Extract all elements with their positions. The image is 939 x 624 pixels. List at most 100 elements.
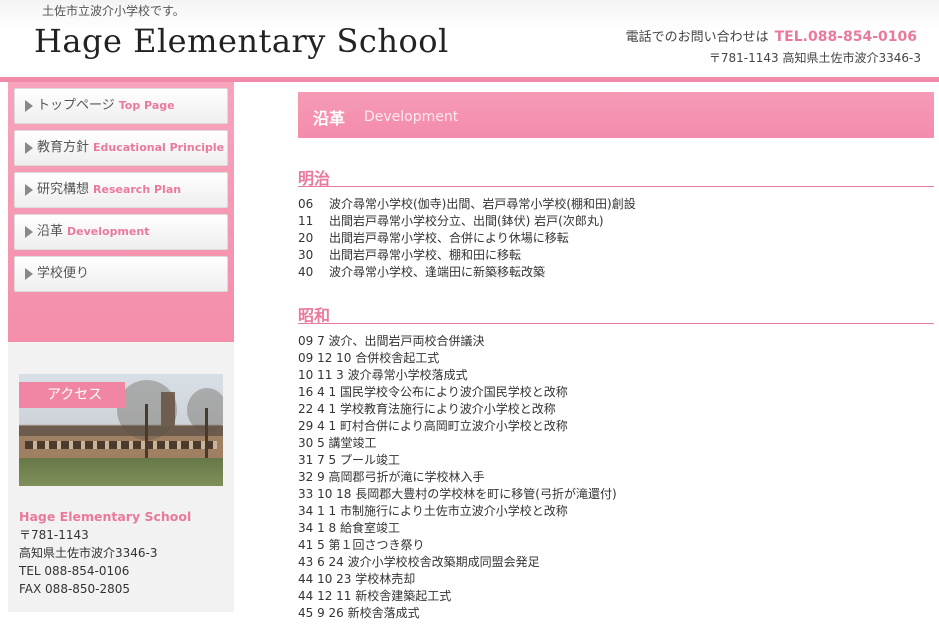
event-date: 29 4 1 [298,419,337,433]
event-date: 43 6 24 [298,555,344,569]
event-text: 波介尋常小学校落成式 [347,368,468,382]
sidebar-item-research-plan[interactable]: 研究構想 Research Plan [14,172,228,208]
nav-arrow-icon [25,268,33,280]
event-text: 出間岩戸尋常小学校分立、出間(鉢伏) 岩戸(次郎丸) [329,214,604,228]
header-address: 〒781-1143 高知県土佐市波介3346-3 [708,51,921,65]
sidebar-item-development[interactable]: 沿革 Development [14,214,228,250]
page-title: 沿革 [313,109,346,128]
nav-arrow-icon [25,142,33,154]
list-item: 40 波介尋常小学校、逢端田に新築移転改築 [298,264,636,281]
photo-windows [25,441,217,449]
list-item: 34 1 8 給食室竣工 [298,520,617,537]
sidebar-item-school-news[interactable]: 学校便り [14,256,228,292]
event-text: 波介小学校校舎改築期成同盟会発足 [347,555,540,569]
event-date: 22 4 1 [298,402,337,416]
nav-label-jp: 教育方針 [37,140,90,155]
page-subtitle: Development [364,109,459,125]
nav-arrow-icon [25,184,33,196]
nav-arrow-icon [25,100,33,112]
event-list-meiji: 06 波介尋常小学校(伽寺)出間、岩戸尋常小学校(棚和田)創設 11 出間岩戸尋常小… [298,196,636,281]
event-date: 16 4 1 [298,385,337,399]
event-text: 給食室竣工 [340,521,401,535]
list-item: 09 7 波介、出間岩戸両校合併議決 [298,333,617,350]
school-address: 高知県土佐市波介3346-3 [19,546,158,560]
event-date: 30 5 [298,436,325,450]
event-date: 41 5 [298,538,325,552]
site-header: 土佐市立波介小学校です。 Hage Elementary School 電話での… [0,0,939,78]
contact-line: 電話でのお問い合わせは TEL.088-854-0106 [626,26,917,45]
list-item: 44 12 11 新校舎建築起工式 [298,588,617,605]
event-text: 長岡郡大豊村の学校林を町に移管(弓折が滝還付) [355,487,617,501]
nav-arrow-icon [25,226,33,238]
event-text: 波介、出間岩戸両校合併議決 [328,334,485,348]
sidebar-item-educational-principle[interactable]: 教育方針 Educational Principle [14,130,228,166]
event-text: 学校林売却 [355,572,416,586]
list-item: 20 出間岩戸尋常小学校、合併により休場に移転 [298,230,636,247]
list-item: 43 6 24 波介小学校校舎改築期成同盟会発足 [298,554,617,571]
school-fax: FAX 088-850-2805 [19,582,131,596]
nav-label-en: Educational Principle [93,141,225,154]
nav-label-jp: トップページ [37,98,115,113]
list-item: 30 5 講堂竣工 [298,435,617,452]
access-link[interactable]: アクセス [19,382,125,408]
event-text: 国民学校令公布により波介国民学校と改称 [340,385,568,399]
event-date: 44 12 11 [298,589,352,603]
era-heading-showa: 昭和 [298,302,934,325]
event-text: 出間岩戸尋常小学校、合併により休場に移転 [329,231,569,245]
school-tel: TEL 088-854-0106 [19,564,130,578]
list-item: 10 11 3 波介尋常小学校落成式 [298,367,617,384]
event-text: 新校舎建築起工式 [355,589,452,603]
list-item: 11 出間岩戸尋常小学校分立、出間(鉢伏) 岩戸(次郎丸) [298,213,636,230]
list-item: 06 波介尋常小学校(伽寺)出間、岩戸尋常小学校(棚和田)創設 [298,196,636,213]
event-date: 30 [298,248,314,262]
list-item: 32 9 高岡郡弓折が滝に学校林入手 [298,469,617,486]
header-tel[interactable]: TEL.088-854-0106 [775,29,917,45]
event-date: 32 9 [298,470,325,484]
event-date: 33 10 18 [298,487,352,501]
event-date: 45 9 26 [298,606,344,620]
nav-label-jp: 研究構想 [37,182,90,197]
event-date: 06 [298,197,314,211]
photo-tree-trunk [205,408,208,458]
list-item: 41 5 第１回さつき祭り [298,537,617,554]
era-heading-meiji: 明治 [298,165,934,188]
event-date: 34 1 1 [298,504,337,518]
event-date: 09 12 10 [298,351,352,365]
photo-tree-trunk [145,404,148,458]
event-list-showa: 09 7 波介、出間岩戸両校合併議決 09 12 10 合併校舎起工式 10 1… [298,333,617,622]
event-date: 31 7 5 [298,453,337,467]
event-text: 町村合併により高岡町立波介小学校と改称 [340,419,568,433]
school-contact: Hage Elementary School 〒781-1143 高知県土佐市波… [19,508,191,598]
list-item: 34 1 1 市制施行により土佐市立波介小学校と改称 [298,503,617,520]
list-item: 09 12 10 合併校舎起工式 [298,350,617,367]
nav-label-jp: 学校便り [37,266,90,281]
event-date: 34 1 8 [298,521,337,535]
site-title[interactable]: Hage Elementary School [34,22,449,60]
list-item: 31 7 5 プール竣工 [298,452,617,469]
list-item: 45 9 26 新校舎落成式 [298,605,617,622]
event-text: 第１回さつき祭り [328,538,425,552]
event-text: 波介尋常小学校、逢端田に新築移転改築 [329,265,546,279]
sidebar-nav: トップページ Top Page 教育方針 Educational Principle… [8,82,234,342]
event-text: 学校教育法施行により波介小学校と改称 [340,402,556,416]
list-item: 22 4 1 学校教育法施行により波介小学校と改称 [298,401,617,418]
event-text: 新校舎落成式 [347,606,420,620]
event-text: 波介尋常小学校(伽寺)出間、岩戸尋常小学校(棚和田)創設 [329,197,636,211]
list-item: 29 4 1 町村合併により高岡町立波介小学校と改称 [298,418,617,435]
event-date: 09 7 [298,334,325,348]
nav-label-en: Development [67,225,150,238]
event-text: 高岡郡弓折が滝に学校林入手 [328,470,485,484]
school-postal: 〒781-1143 [19,528,89,542]
page-title-banner: 沿革 Development [298,92,934,138]
sidebar-item-top-page[interactable]: トップページ Top Page [14,88,228,124]
nav-label-jp: 沿革 [37,224,64,239]
event-date: 20 [298,231,314,245]
nav-label-en: Top Page [118,99,175,112]
list-item: 44 10 23 学校林売却 [298,571,617,588]
event-date: 10 11 3 [298,368,344,382]
nav-label-en: Research Plan [93,183,182,196]
event-text: 合併校舎起工式 [355,351,440,365]
event-text: 出間岩戸尋常小学校、棚和田に移転 [329,248,522,262]
event-date: 11 [298,214,314,228]
list-item: 16 4 1 国民学校令公布により波介国民学校と改称 [298,384,617,401]
